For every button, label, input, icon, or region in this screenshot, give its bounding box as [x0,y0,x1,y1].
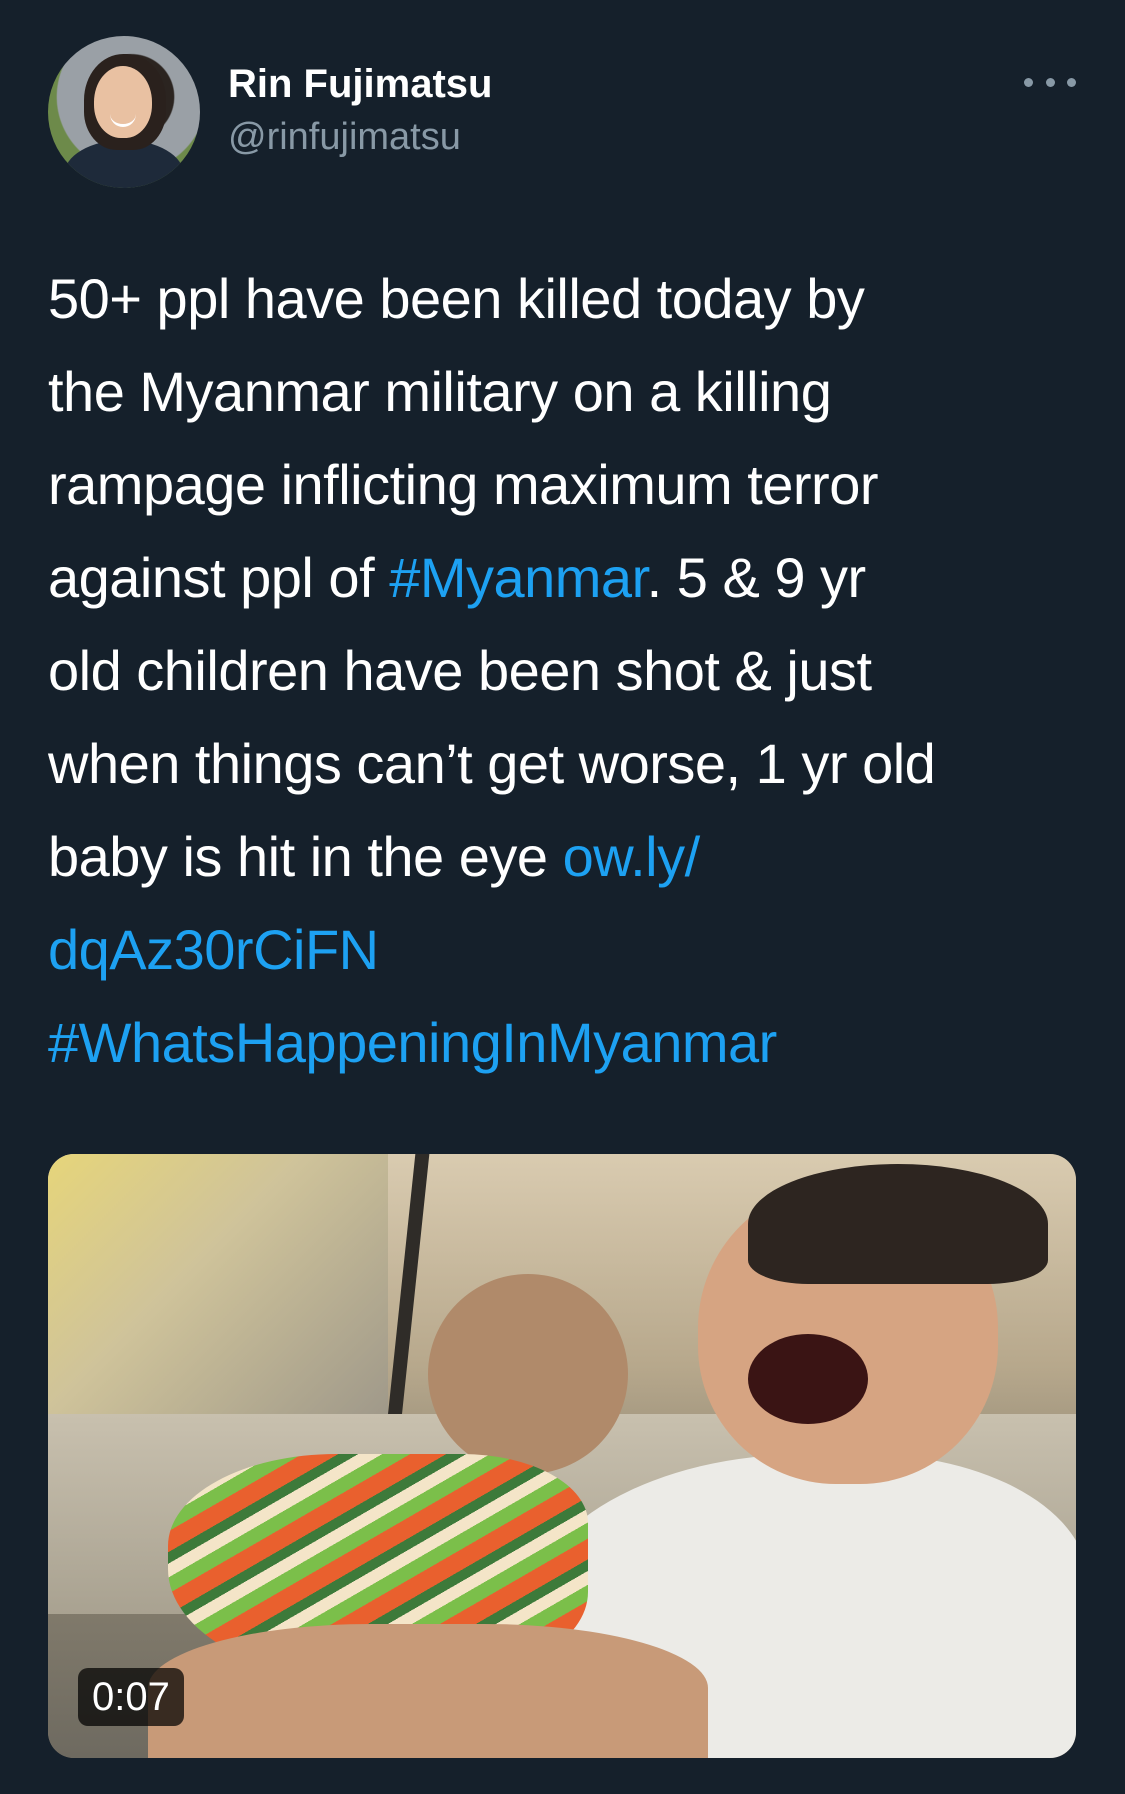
hashtag-link[interactable]: #Myanmar [389,546,647,609]
tweet-text-line: 50+ ppl have been killed today by [48,252,1088,345]
tweet-text: 50+ ppl have been killed today by the Mya… [48,252,1088,1089]
tweet-text-line: #WhatsHappeningInMyanmar [48,996,1088,1089]
tweet-text-segment: old children have been shot & just [48,639,872,702]
tweet-text-line: against ppl of #Myanmar. 5 & 9 yr [48,531,1088,624]
tweet-text-segment: against ppl of [48,546,390,609]
tweet-text-segment: rampage inflicting maximum terror [48,453,878,516]
author-display-name[interactable]: Rin Fujimatsu [228,62,492,107]
tweet-text-line: dqAz30rCiFN [48,903,1088,996]
hashtag-link[interactable]: #WhatsHappeningInMyanmar [48,1011,777,1074]
tweet-text-segment: . 5 & 9 yr [646,546,867,609]
video-player[interactable]: 0:07 [48,1154,1076,1758]
avatar[interactable] [48,36,200,188]
url-link[interactable]: ow.ly/ [563,825,701,888]
tweet-text-segment: baby is hit in the eye [48,825,563,888]
tweet-text-segment: when things can’t get worse, 1 yr old [48,732,936,795]
tweet-text-line: old children have been shot & just [48,624,1088,717]
more-options-icon[interactable] [1024,70,1076,94]
tweet-text-segment: the Myanmar military on a killing [48,360,832,423]
tweet: Rin Fujimatsu @rinfujimatsu 50+ ppl have… [0,0,1125,1794]
url-link[interactable]: dqAz30rCiFN [48,918,379,981]
tweet-text-line: baby is hit in the eye ow.ly/ [48,810,1088,903]
tweet-text-segment: 50+ ppl have been killed today by [48,267,865,330]
video-duration-badge: 0:07 [78,1668,184,1726]
tweet-text-line: rampage inflicting maximum terror [48,438,1088,531]
author-handle[interactable]: @rinfujimatsu [228,116,461,159]
tweet-text-line: the Myanmar military on a killing [48,345,1088,438]
tweet-text-line: when things can’t get worse, 1 yr old [48,717,1088,810]
